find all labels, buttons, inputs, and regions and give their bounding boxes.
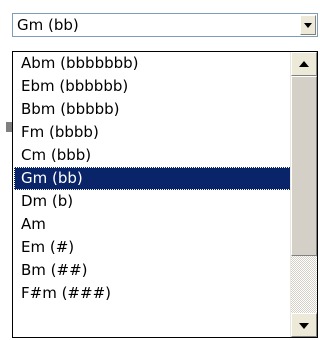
triangle-down-icon [299,323,309,329]
list-item-label: Ebm (bbbbbb) [21,77,129,95]
list-item[interactable]: Bm (##) [14,259,291,282]
list-item[interactable]: Ebm (bbbbbb) [14,75,291,98]
list-items-container: Abm (bbbbbbb) Ebm (bbbbbb) Bbm (bbbbb) F… [13,52,291,337]
list-item[interactable]: Dm (b) [14,190,291,213]
list-item-label: Bm (##) [21,261,88,279]
list-item[interactable]: Fm (bbbb) [14,121,291,144]
combo-dropdown-button[interactable] [300,15,316,35]
scrollbar-track[interactable] [291,256,317,313]
triangle-up-icon [299,61,309,67]
list-item[interactable]: F#m (###) [14,282,291,305]
list-item-label: Am [21,215,46,233]
list-item[interactable]: Am [14,213,291,236]
vertical-scrollbar[interactable] [290,52,317,337]
list-item-label: Gm (bb) [21,169,83,187]
list-item[interactable]: Em (#) [14,236,291,259]
key-dropdown-list: Abm (bbbbbbb) Ebm (bbbbbb) Bbm (bbbbb) F… [12,51,318,338]
list-item-label: Abm (bbbbbbb) [21,54,139,72]
list-item[interactable]: Abm (bbbbbbb) [14,52,291,75]
combo-selected-value: Gm (bb) [17,16,79,34]
list-item-selected[interactable]: Gm (bb) [14,167,291,190]
scroll-down-button[interactable] [291,313,317,337]
list-item-label: Fm (bbbb) [21,123,99,141]
scrollbar-thumb[interactable] [291,76,317,256]
list-item-label: F#m (###) [21,284,111,302]
scroll-up-button[interactable] [291,52,317,76]
list-item[interactable]: Cm (bbb) [14,144,291,167]
key-select-combobox[interactable]: Gm (bb) [12,13,318,37]
chevron-down-icon [304,23,312,28]
list-item-label: Cm (bbb) [21,146,92,164]
list-item[interactable]: Bbm (bbbbb) [14,98,291,121]
list-item-label: Bbm (bbbbb) [21,100,120,118]
list-item-label: Em (#) [21,238,75,256]
list-item-label: Dm (b) [21,192,74,210]
